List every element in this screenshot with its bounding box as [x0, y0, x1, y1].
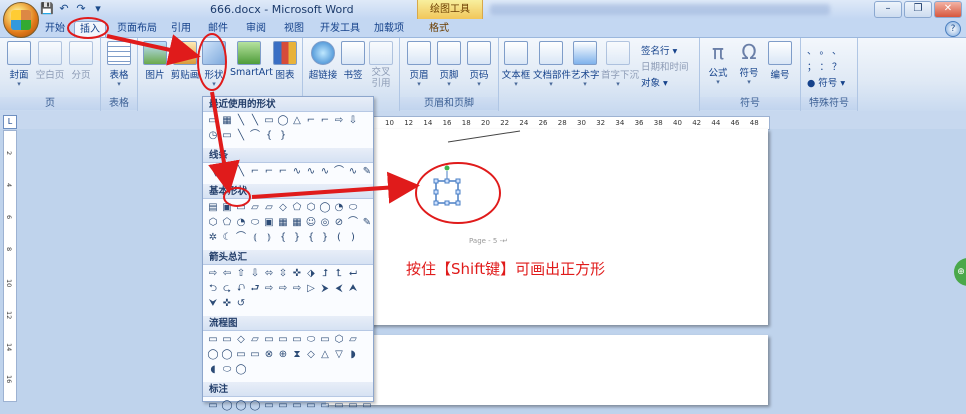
- shapes-row: ▭ ◯ ◯ ◯ ▭ ▭ ▭ ▭ ▭ ▭ ▭ ▭: [207, 400, 373, 414]
- shape-option[interactable]: ▭: [277, 400, 289, 412]
- shape-option[interactable]: ▭: [319, 400, 331, 412]
- shape-option[interactable]: ▭: [263, 400, 275, 412]
- arrow-to-rectangle: [208, 91, 240, 194]
- arrow-to-square: [251, 171, 420, 204]
- shapes-button-highlight: [197, 33, 227, 91]
- rectangle-shape-highlight: [223, 187, 251, 207]
- shape-option[interactable]: ▭: [291, 400, 303, 412]
- office-button[interactable]: [3, 2, 39, 38]
- shape-option[interactable]: ◯: [221, 400, 233, 412]
- annotation-overlay: [67, 17, 521, 224]
- shape-option[interactable]: ▭: [347, 400, 359, 412]
- insert-tab-highlight: [67, 17, 109, 39]
- arrow-to-shapes: [106, 34, 201, 66]
- shape-option[interactable]: ◯: [249, 400, 261, 412]
- office-logo-icon: [11, 10, 31, 30]
- shape-option[interactable]: ▭: [207, 400, 219, 412]
- shape-option[interactable]: ◯: [235, 400, 247, 412]
- shape-option[interactable]: ▭: [305, 400, 317, 412]
- drawn-line: [447, 130, 521, 143]
- shape-option[interactable]: ▭: [361, 400, 373, 412]
- shape-option[interactable]: ▭: [333, 400, 345, 412]
- drawn-square[interactable]: [433, 165, 461, 206]
